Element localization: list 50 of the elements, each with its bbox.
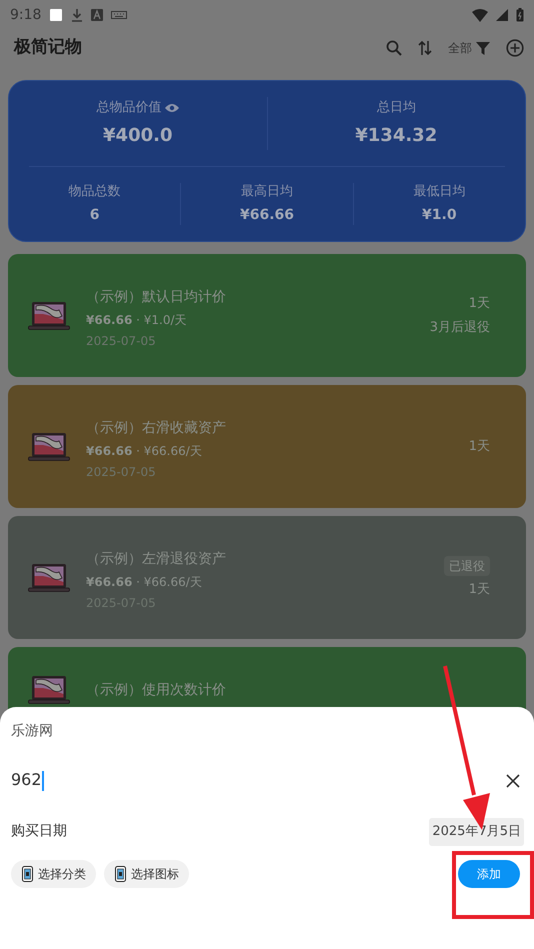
item-price: ¥66.66 · ¥1.0/天 — [86, 312, 188, 329]
phone-icon — [114, 866, 127, 882]
item-title: （示例）默认日均计价 — [86, 288, 227, 307]
stat-label: 最低日均 — [413, 182, 466, 201]
item-days: 1天 — [468, 436, 490, 456]
sort-icon[interactable] — [418, 40, 432, 56]
price-field[interactable]: 962 — [11, 770, 42, 789]
phone-icon — [21, 866, 34, 882]
stat-value: 6 — [90, 206, 100, 226]
item-price: ¥66.66 · ¥66.66/天 — [86, 443, 203, 460]
keyboard-icon — [111, 10, 128, 20]
signal-icon — [496, 9, 508, 21]
chip-button[interactable]: 选择图标 — [104, 860, 189, 888]
item-days: 1天 — [468, 294, 490, 314]
battery-icon — [516, 8, 524, 22]
name-field[interactable]: 乐游网 — [11, 721, 211, 742]
stat-label: 最高日均 — [240, 182, 293, 201]
stat-label: 物品总数 — [68, 182, 121, 201]
item-title: （示例）使用次数计价 — [86, 681, 227, 700]
date-label: 购买日期 — [11, 822, 67, 842]
stat-label: 总日均 — [376, 99, 416, 118]
retire-note: 3月后退役 — [430, 318, 490, 336]
wifi-icon — [472, 8, 488, 22]
stat-value: ¥1.0 — [422, 206, 457, 226]
text-cursor — [42, 770, 44, 791]
search-icon[interactable] — [386, 40, 402, 56]
item-title: （示例）右滑收藏资产 — [86, 419, 227, 438]
stat-label: 总物品价值 — [96, 99, 162, 118]
item-days: 1天 — [468, 580, 490, 600]
status-time: 9:18 — [10, 6, 42, 24]
laptop-icon — [28, 675, 70, 705]
item-date: 2025-07-05 — [86, 333, 157, 350]
laptop-icon — [28, 432, 70, 462]
close-icon — [506, 774, 520, 788]
app-title: 极简记物 — [14, 36, 82, 60]
chip-button[interactable]: 选择分类 — [11, 860, 96, 888]
item-title: （示例）左滑退役资产 — [86, 550, 227, 569]
stat-value: ¥66.66 — [240, 206, 294, 226]
item-date: 2025-07-05 — [86, 464, 157, 481]
eye-icon[interactable] — [165, 102, 180, 113]
stat-value: ¥400.0 — [103, 124, 172, 148]
add-icon[interactable] — [506, 39, 524, 57]
font-icon — [91, 9, 104, 21]
stat-value: ¥134.32 — [355, 124, 438, 148]
laptop-icon — [28, 300, 70, 330]
download-icon — [71, 8, 84, 22]
filter-icon[interactable] — [476, 41, 490, 55]
laptop-icon — [28, 562, 70, 592]
item-price: ¥66.66 · ¥66.66/天 — [86, 574, 203, 591]
notification-icon — [49, 8, 64, 22]
